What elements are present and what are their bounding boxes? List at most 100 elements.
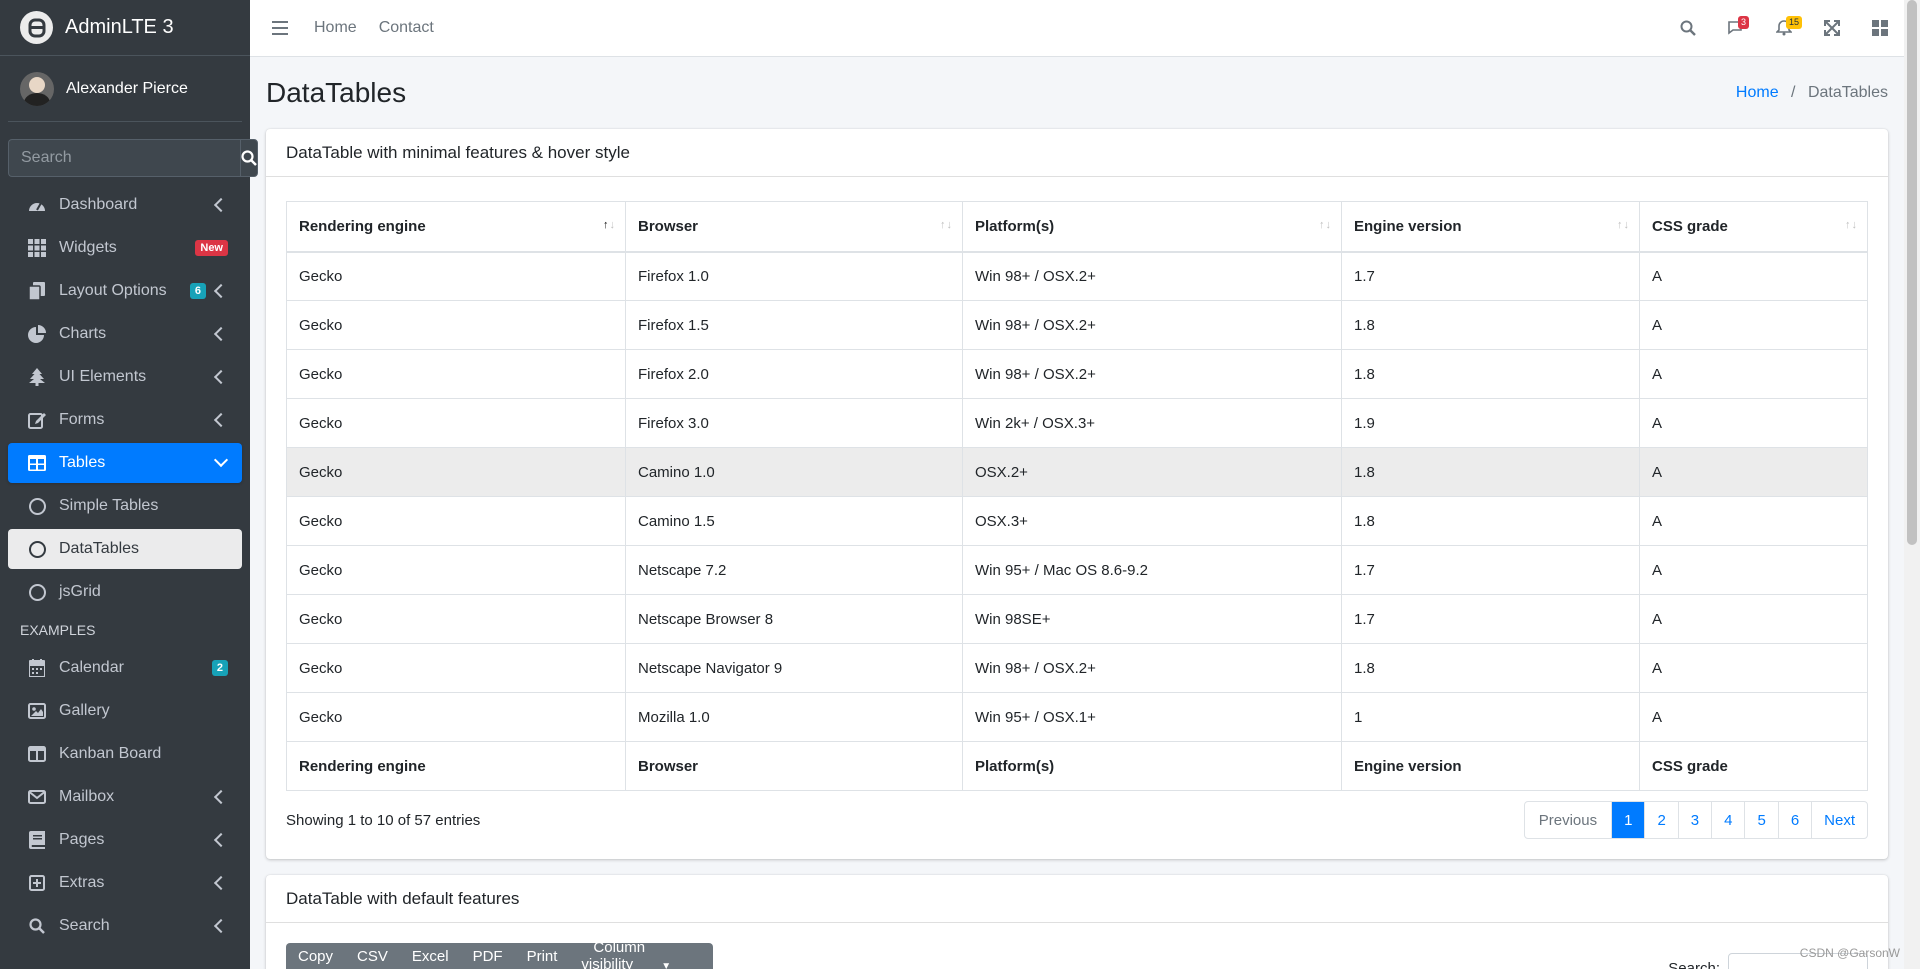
- sidebar-search-input[interactable]: [8, 139, 240, 177]
- sidebar-item-label: Forms: [59, 411, 105, 428]
- sidebar-item-calendar[interactable]: Calendar 2: [8, 648, 242, 688]
- table-cell: Gecko: [286, 300, 626, 350]
- sidebar-item-label: Charts: [59, 325, 107, 342]
- messages-button[interactable]: 3: [1712, 0, 1760, 56]
- sidebar-item-tables[interactable]: Tables: [8, 443, 242, 483]
- pagination-previous[interactable]: Previous: [1525, 802, 1611, 838]
- sidebar-item-pages[interactable]: Pages: [8, 820, 242, 860]
- sidebar-item-search[interactable]: Search: [8, 906, 242, 946]
- table-row[interactable]: Gecko Camino 1.0 OSX.2+ 1.8 A: [286, 447, 1868, 497]
- control-sidebar-button[interactable]: [1856, 0, 1904, 56]
- table-cell: Win 95+ / OSX.1+: [962, 692, 1342, 742]
- pdf-button[interactable]: PDF: [461, 948, 515, 965]
- scrollbar-thumb[interactable]: [1907, 0, 1917, 545]
- sidebar-item-label: Mailbox: [59, 788, 115, 805]
- footer-platforms: Platform(s): [962, 741, 1342, 791]
- brand-link[interactable]: AdminLTE 3: [0, 0, 250, 56]
- circle-icon: [27, 539, 47, 559]
- table-row[interactable]: Gecko Camino 1.5 OSX.3+ 1.8 A: [286, 496, 1868, 546]
- table-cell: A: [1639, 496, 1868, 546]
- sidebar-item-ui-elements[interactable]: UI Elements: [8, 357, 242, 397]
- sidebar-item-charts[interactable]: Charts: [8, 314, 242, 354]
- pagination-page-2[interactable]: 2: [1644, 802, 1677, 838]
- table-cell: Win 98+ / OSX.2+: [962, 300, 1342, 350]
- column-header-label: Browser: [638, 217, 699, 235]
- excel-button[interactable]: Excel: [400, 948, 461, 965]
- tachometer-icon: [27, 195, 47, 215]
- sidebar-item-datatables[interactable]: DataTables: [8, 529, 242, 569]
- pagination-page-5[interactable]: 5: [1744, 802, 1777, 838]
- column-header-css-grade[interactable]: CSS grade ↑ ↓: [1639, 201, 1868, 253]
- calendar-icon: [27, 658, 47, 678]
- sidebar-item-mailbox[interactable]: Mailbox: [8, 777, 242, 817]
- sidebar-item-widgets[interactable]: Widgets New: [8, 228, 242, 268]
- user-panel[interactable]: Alexander Pierce: [8, 56, 242, 122]
- sidebar-item-jsgrid[interactable]: jsGrid: [8, 572, 242, 612]
- table-row[interactable]: Gecko Netscape Navigator 9 Win 98+ / OSX.2…: [286, 643, 1868, 693]
- pagination-page-6[interactable]: 6: [1777, 802, 1811, 838]
- sidebar-item-dashboard[interactable]: Dashboard: [8, 185, 242, 225]
- sidebar-item-forms[interactable]: Forms: [8, 400, 242, 440]
- sidebar-item-kanban-board[interactable]: Kanban Board: [8, 734, 242, 774]
- print-button[interactable]: Print: [515, 948, 570, 965]
- column-visibility-button[interactable]: Column visibility ▼: [569, 939, 713, 969]
- table-row[interactable]: Gecko Mozilla 1.0 Win 95+ / OSX.1+ 1 A: [286, 692, 1868, 742]
- content-wrapper: DataTables Home / DataTables DataTable w…: [266, 57, 1888, 969]
- table-cell: 1.7: [1341, 594, 1640, 644]
- table-cell: A: [1639, 349, 1868, 399]
- table-row[interactable]: Gecko Firefox 2.0 Win 98+ / OSX.2+ 1.8 A: [286, 349, 1868, 399]
- table-cell: 1: [1341, 692, 1640, 742]
- pagination-page-3[interactable]: 3: [1677, 802, 1711, 838]
- sidebar-item-extras[interactable]: Extras: [8, 863, 242, 903]
- copy-button[interactable]: Copy: [286, 948, 345, 965]
- table-info: Showing 1 to 10 of 57 entries: [286, 811, 481, 829]
- brand-name: AdminLTE 3: [65, 16, 174, 38]
- table-cell: A: [1639, 447, 1868, 497]
- column-header-browser[interactable]: Browser ↑ ↓: [625, 201, 963, 253]
- page-scrollbar[interactable]: [1904, 0, 1920, 969]
- breadcrumb-current: DataTables: [1807, 84, 1888, 101]
- breadcrumb-home-link[interactable]: Home: [1736, 84, 1779, 101]
- table-cell: Firefox 3.0: [625, 398, 963, 448]
- sidebar-item-label: jsGrid: [59, 583, 101, 600]
- user-name[interactable]: Alexander Pierce: [66, 80, 188, 98]
- nav-link-home[interactable]: Home: [310, 19, 375, 37]
- table-cell: Win 2k+ / OSX.3+: [962, 398, 1342, 448]
- nav-link-contact[interactable]: Contact: [375, 19, 452, 37]
- tree-icon: [27, 367, 47, 387]
- notifications-button[interactable]: 15: [1760, 0, 1808, 56]
- search-icon: [1680, 20, 1696, 36]
- menu-toggle-button[interactable]: [250, 21, 310, 35]
- sidebar-item-layout-options[interactable]: Layout Options 6: [8, 271, 242, 311]
- fullscreen-button[interactable]: [1808, 0, 1856, 56]
- pagination-next[interactable]: Next: [1811, 802, 1867, 838]
- column-header-label: CSS grade: [1652, 217, 1728, 235]
- table-cell: Netscape 7.2: [625, 545, 963, 595]
- sidebar-item-simple-tables[interactable]: Simple Tables: [8, 486, 242, 526]
- breadcrumb-separator: /: [1791, 84, 1796, 101]
- watermark: CSDN @GarsonW: [1799, 946, 1900, 960]
- table-row[interactable]: Gecko Firefox 1.0 Win 98+ / OSX.2+ 1.7 A: [286, 251, 1868, 301]
- edit-icon: [27, 410, 47, 430]
- sidebar-search-button[interactable]: [240, 139, 258, 177]
- table-row[interactable]: Gecko Netscape 7.2 Win 95+ / Mac OS 8.6-9.…: [286, 545, 1868, 595]
- chevron-left-icon: [213, 412, 229, 428]
- table-cell: Gecko: [286, 496, 626, 546]
- sidebar-item-label: Widgets: [59, 239, 117, 256]
- csv-button[interactable]: CSV: [345, 948, 400, 965]
- column-header-engine-version[interactable]: Engine version ↑ ↓: [1341, 201, 1640, 253]
- navbar-search-button[interactable]: [1664, 0, 1712, 56]
- footer-css-grade: CSS grade: [1639, 741, 1868, 791]
- sidebar-item-gallery[interactable]: Gallery: [8, 691, 242, 731]
- table-cell: Win 98+ / OSX.2+: [962, 643, 1342, 693]
- count-badge: 6: [189, 283, 206, 299]
- column-header-platforms[interactable]: Platform(s) ↑ ↓: [962, 201, 1342, 253]
- table-icon: [27, 453, 47, 473]
- table-row[interactable]: Gecko Netscape Browser 8 Win 98SE+ 1.7 A: [286, 594, 1868, 644]
- column-header-rendering-engine[interactable]: Rendering engine ↑ ↓: [286, 201, 626, 253]
- table-cell: A: [1639, 545, 1868, 595]
- table-row[interactable]: Gecko Firefox 3.0 Win 2k+ / OSX.3+ 1.9 A: [286, 398, 1868, 448]
- pagination-page-1[interactable]: 1: [1611, 802, 1645, 838]
- pagination-page-4[interactable]: 4: [1711, 802, 1744, 838]
- table-row[interactable]: Gecko Firefox 1.5 Win 98+ / OSX.2+ 1.8 A: [286, 300, 1868, 350]
